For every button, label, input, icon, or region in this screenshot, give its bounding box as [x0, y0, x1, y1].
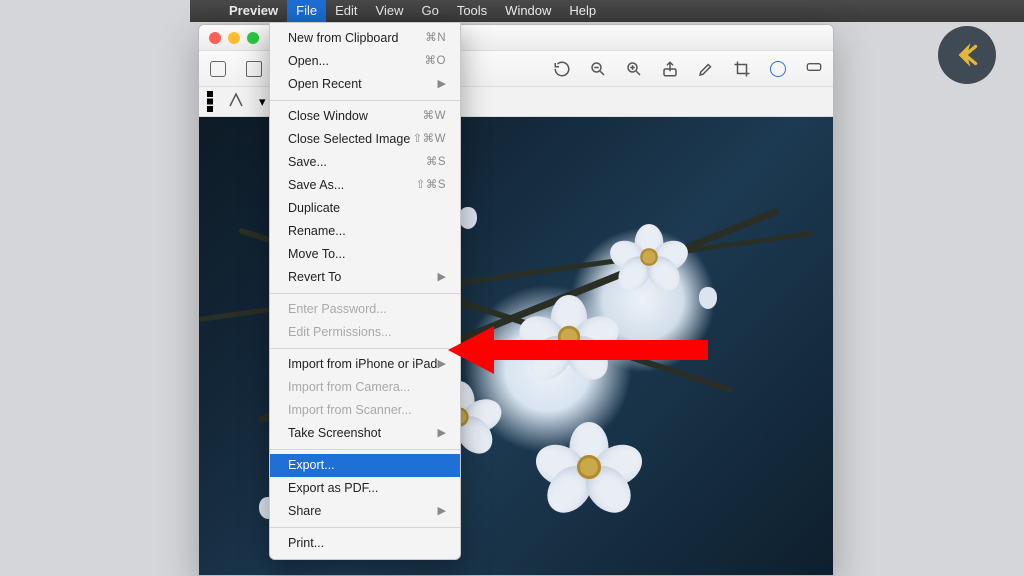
- file-menu-item[interactable]: Export as PDF...: [270, 477, 460, 500]
- file-menu-item[interactable]: Duplicate: [270, 197, 460, 220]
- menu-item-label: Save As...: [288, 177, 344, 194]
- menu-item-label: Print...: [288, 535, 324, 552]
- menu-separator: [270, 348, 460, 349]
- macos-menubar: Preview File Edit View Go Tools Window H…: [190, 0, 1024, 22]
- window-zoom-button[interactable]: [247, 32, 259, 44]
- menu-item-label: New from Clipboard: [288, 30, 398, 47]
- file-menu-item: Import from Camera...: [270, 376, 460, 399]
- zoom-in-icon[interactable]: [623, 58, 645, 80]
- menu-item-label: Enter Password...: [288, 301, 387, 318]
- flower-decoration: [527, 295, 611, 379]
- menubar-app-name[interactable]: Preview: [220, 0, 287, 22]
- menu-item-label: Edit Permissions...: [288, 324, 392, 341]
- menu-separator: [270, 293, 460, 294]
- share-icon[interactable]: [659, 58, 681, 80]
- sidebar-toggle-icon[interactable]: [207, 58, 229, 80]
- window-close-button[interactable]: [209, 32, 221, 44]
- rotate-icon[interactable]: [551, 58, 573, 80]
- menu-item-label: Duplicate: [288, 200, 340, 217]
- zoom-out-icon[interactable]: [587, 58, 609, 80]
- menu-item-label: Import from Scanner...: [288, 402, 412, 419]
- file-menu-item[interactable]: New from Clipboard ⌘N: [270, 27, 460, 50]
- text-size-label: ▾: [259, 94, 266, 110]
- submenu-arrow-icon: ▶: [438, 269, 446, 286]
- submenu-arrow-icon: ▶: [438, 356, 446, 373]
- menubar-item-tools[interactable]: Tools: [448, 0, 496, 22]
- menubar-item-help[interactable]: Help: [560, 0, 605, 22]
- file-menu-item[interactable]: Open... ⌘O: [270, 50, 460, 73]
- selection-tool-icon[interactable]: [207, 94, 213, 109]
- menu-item-shortcut: ⌘S: [426, 154, 446, 171]
- menu-item-label: Open Recent: [288, 76, 362, 93]
- menu-separator: [270, 527, 460, 528]
- menu-item-shortcut: ⇧⌘S: [416, 177, 446, 194]
- file-menu-item[interactable]: Save... ⌘S: [270, 151, 460, 174]
- file-menu-item[interactable]: Rename...: [270, 220, 460, 243]
- file-menu-item[interactable]: Close Selected Image⇧⌘W: [270, 128, 460, 151]
- menu-separator: [270, 100, 460, 101]
- menu-item-shortcut: ⌘O: [425, 53, 446, 70]
- file-menu-item[interactable]: Export...: [270, 454, 460, 477]
- file-menu-item[interactable]: Take Screenshot ▶: [270, 422, 460, 445]
- file-menu-item[interactable]: Print...: [270, 532, 460, 555]
- menu-item-label: Open...: [288, 53, 329, 70]
- menu-item-shortcut: ⇧⌘W: [413, 131, 447, 148]
- file-menu-item[interactable]: Revert To ▶: [270, 266, 460, 289]
- menu-item-shortcut: ⌘N: [425, 30, 446, 47]
- file-menu-item[interactable]: Save As... ⇧⌘S: [270, 174, 460, 197]
- menu-item-label: Close Window: [288, 108, 368, 125]
- file-menu-item[interactable]: Import from iPhone or iPad▶: [270, 353, 460, 376]
- flower-decoration: [616, 224, 682, 290]
- menu-item-label: Share: [288, 503, 321, 520]
- menu-item-label: Export as PDF...: [288, 480, 378, 497]
- menu-item-label: Revert To: [288, 269, 341, 286]
- file-menu-item: Import from Scanner...: [270, 399, 460, 422]
- file-menu-item[interactable]: Open Recent ▶: [270, 73, 460, 96]
- menu-item-label: Move To...: [288, 246, 345, 263]
- markup-pen-icon[interactable]: [695, 58, 717, 80]
- menubar-item-edit[interactable]: Edit: [326, 0, 366, 22]
- menu-item-label: Rename...: [288, 223, 346, 240]
- menubar-item-go[interactable]: Go: [412, 0, 447, 22]
- menu-item-label: Close Selected Image: [288, 131, 410, 148]
- menu-item-label: Save...: [288, 154, 327, 171]
- adjust-color-icon[interactable]: [767, 58, 789, 80]
- file-menu-dropdown: New from Clipboard ⌘N Open... ⌘O Open Recent…: [269, 22, 461, 560]
- file-menu-item: Enter Password...: [270, 298, 460, 321]
- bud-decoration: [699, 287, 717, 309]
- bud-decoration: [459, 207, 477, 229]
- menu-item-label: Take Screenshot: [288, 425, 381, 442]
- brand-badge-icon: [938, 26, 996, 84]
- thumbnails-icon[interactable]: [243, 58, 265, 80]
- highlight-icon[interactable]: [803, 58, 825, 80]
- crop-icon[interactable]: [731, 58, 753, 80]
- menubar-item-file[interactable]: File: [287, 0, 326, 22]
- submenu-arrow-icon: ▶: [438, 425, 446, 442]
- menu-item-label: Import from Camera...: [288, 379, 410, 396]
- menubar-item-view[interactable]: View: [367, 0, 413, 22]
- submenu-arrow-icon: ▶: [438, 76, 446, 93]
- file-menu-item: Edit Permissions...: [270, 321, 460, 344]
- window-minimize-button[interactable]: [228, 32, 240, 44]
- menu-item-label: Import from iPhone or iPad: [288, 356, 437, 373]
- file-menu-item[interactable]: Move To...: [270, 243, 460, 266]
- submenu-arrow-icon: ▶: [438, 503, 446, 520]
- file-menu-item[interactable]: Close Window ⌘W: [270, 105, 460, 128]
- menu-item-label: Export...: [288, 457, 335, 474]
- menu-item-shortcut: ⌘W: [423, 108, 446, 125]
- instant-alpha-icon[interactable]: [227, 91, 245, 112]
- flower-decoration: [544, 422, 634, 512]
- menu-separator: [270, 449, 460, 450]
- file-menu-item[interactable]: Share ▶: [270, 500, 460, 523]
- menubar-item-window[interactable]: Window: [496, 0, 560, 22]
